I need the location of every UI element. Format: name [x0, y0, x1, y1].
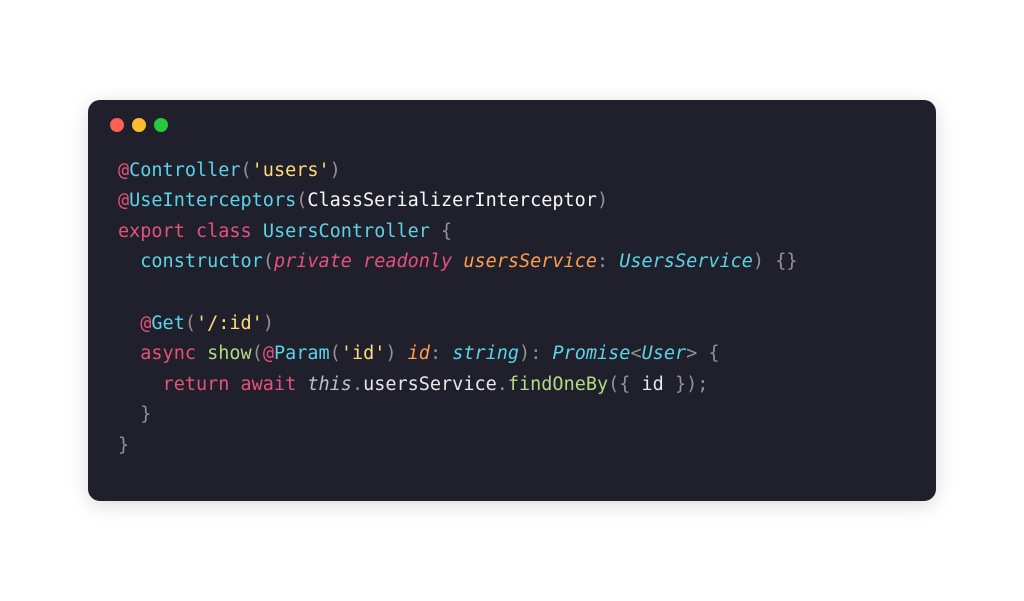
code-line-7: async show(@Param('id') id: string): Pro… — [118, 343, 720, 364]
code-window: @Controller('users') @UseInterceptors(Cl… — [88, 100, 936, 501]
close-icon[interactable] — [110, 118, 124, 132]
code-line-8: return await this.usersService.findOneBy… — [118, 374, 708, 395]
code-line-2: @UseInterceptors(ClassSerializerIntercep… — [118, 190, 608, 211]
code-content: @Controller('users') @UseInterceptors(Cl… — [88, 132, 936, 501]
minimize-icon[interactable] — [132, 118, 146, 132]
code-line-3: export class UsersController { — [118, 221, 452, 242]
window-controls — [88, 100, 936, 132]
code-line-10: } — [118, 435, 129, 456]
maximize-icon[interactable] — [154, 118, 168, 132]
code-line-1: @Controller('users') — [118, 160, 341, 181]
code-line-6: @Get('/:id') — [118, 313, 274, 334]
code-line-4: constructor(private readonly usersServic… — [118, 251, 797, 272]
code-line-9: } — [118, 404, 151, 425]
